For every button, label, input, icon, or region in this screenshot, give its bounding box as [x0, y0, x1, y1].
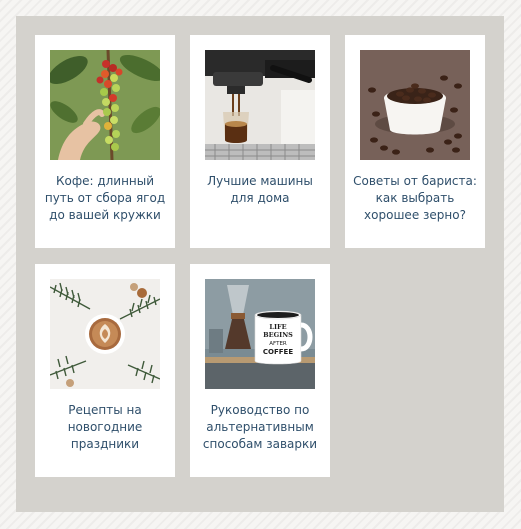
- coffee-beans-cup-image: [360, 50, 470, 160]
- article-thumbnail[interactable]: [360, 50, 470, 160]
- article-title[interactable]: Рецепты на новогодние праздники: [41, 402, 169, 453]
- article-thumbnail[interactable]: LIFE BEGINS AFTER COFFEE: [205, 279, 315, 389]
- coffee-cherries-image: [50, 50, 160, 160]
- espresso-machine-image: [205, 50, 315, 160]
- mug-lettering: BEGINS: [263, 331, 293, 339]
- article-title[interactable]: Руководство по альтернативным способам з…: [196, 402, 324, 453]
- mug-lettering: AFTER: [269, 341, 287, 347]
- article-card-coffee-journey[interactable]: Кофе: длинный путь от сбора ягод до ваше…: [35, 35, 175, 248]
- chemex-enamel-mug-image: LIFE BEGINS AFTER COFFEE: [205, 279, 315, 389]
- article-card-home-machines[interactable]: Лучшие машины для дома: [190, 35, 330, 248]
- article-title[interactable]: Лучшие машины для дома: [196, 173, 324, 207]
- article-card-brewing-methods[interactable]: LIFE BEGINS AFTER COFFEE Руководство по …: [190, 264, 330, 477]
- article-title[interactable]: Советы от бариста: как выбрать хорошее з…: [351, 173, 479, 224]
- article-card-barista-tips[interactable]: Советы от бариста: как выбрать хорошее з…: [345, 35, 485, 248]
- latte-fir-branches-image: [50, 279, 160, 389]
- article-grid: Кофе: длинный путь от сбора ягод до ваше…: [16, 16, 504, 512]
- article-thumbnail[interactable]: [50, 279, 160, 389]
- mug-lettering: LIFE: [269, 323, 286, 331]
- article-title[interactable]: Кофе: длинный путь от сбора ягод до ваше…: [41, 173, 169, 224]
- mug-lettering: COFFEE: [263, 348, 293, 356]
- article-thumbnail[interactable]: [205, 50, 315, 160]
- article-thumbnail[interactable]: [50, 50, 160, 160]
- article-card-holiday-recipes[interactable]: Рецепты на новогодние праздники: [35, 264, 175, 477]
